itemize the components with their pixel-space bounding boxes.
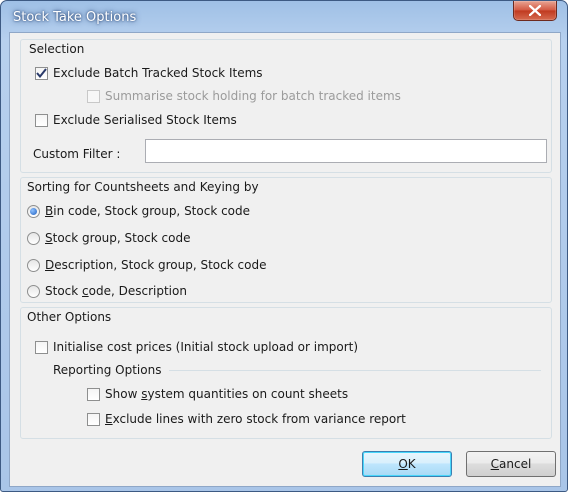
sort-option-description[interactable]: Description, Stock group, Stock code	[27, 258, 266, 272]
sort-option-stock-code[interactable]: Stock code, Description	[27, 284, 187, 298]
selection-group-title: Selection	[29, 42, 85, 56]
sort-option-stock-group[interactable]: Stock group, Stock code	[27, 231, 190, 245]
other-options-group: Other Options Initialise cost prices (In…	[20, 307, 552, 439]
sort-option-bin-code[interactable]: Bin code, Stock group, Stock code	[27, 204, 250, 218]
custom-filter-input[interactable]	[145, 139, 547, 163]
checkbox-box	[87, 89, 100, 103]
exclude-batch-checkbox[interactable]: Exclude Batch Tracked Stock Items	[35, 66, 263, 80]
show-system-quantities-checkbox[interactable]: Show system quantities on count sheets	[87, 387, 348, 401]
exclude-zero-stock-checkbox[interactable]: Exclude lines with zero stock from varia…	[87, 412, 406, 426]
exclude-batch-label: Exclude Batch Tracked Stock Items	[53, 66, 263, 80]
ok-button[interactable]: OK	[362, 451, 452, 477]
show-system-quantities-label: Show system quantities on count sheets	[105, 387, 349, 401]
summarise-batch-checkbox[interactable]: Summarise stock holding for batch tracke…	[87, 89, 401, 103]
sort-option-label: Description, Stock group, Stock code	[45, 258, 267, 272]
radio-button	[27, 284, 40, 298]
exclude-serialised-checkbox[interactable]: Exclude Serialised Stock Items	[35, 113, 237, 127]
cancel-button-label: Cancel	[490, 457, 532, 471]
sort-option-label: Stock group, Stock code	[45, 231, 191, 245]
dialog-window: Stock Take Options Selection Exclude Bat…	[0, 0, 568, 492]
reporting-divider	[169, 369, 541, 371]
custom-filter-label: Custom Filter :	[33, 147, 121, 161]
exclude-serialised-label: Exclude Serialised Stock Items	[53, 113, 237, 127]
exclude-zero-stock-label: Exclude lines with zero stock from varia…	[105, 412, 406, 426]
other-options-group-title: Other Options	[27, 310, 112, 324]
ok-button-label: OK	[398, 457, 416, 471]
checkbox-box	[35, 66, 48, 80]
sorting-group-title: Sorting for Countsheets and Keying by	[27, 180, 259, 194]
close-icon	[529, 5, 541, 16]
reporting-options-header: Reporting Options	[53, 363, 541, 377]
initialise-cost-label: Initialise cost prices (Initial stock up…	[53, 340, 359, 354]
radio-selected-dot	[30, 207, 37, 215]
sort-option-label: Bin code, Stock group, Stock code	[45, 204, 251, 218]
close-button[interactable]	[513, 1, 557, 21]
radio-button	[27, 258, 40, 272]
checkmark-icon	[36, 68, 47, 78]
summarise-batch-label: Summarise stock holding for batch tracke…	[105, 89, 401, 103]
radio-button	[27, 204, 40, 218]
dialog-client-area: Selection Exclude Batch Tracked Stock It…	[9, 32, 561, 487]
checkbox-box	[87, 412, 100, 426]
initialise-cost-checkbox[interactable]: Initialise cost prices (Initial stock up…	[35, 340, 358, 354]
checkbox-box	[87, 387, 100, 401]
window-title: Stock Take Options	[13, 10, 137, 25]
sort-option-label: Stock code, Description	[45, 284, 187, 298]
sorting-group: Sorting for Countsheets and Keying by Bi…	[20, 177, 552, 303]
checkbox-box	[35, 113, 48, 127]
cancel-button[interactable]: Cancel	[466, 451, 556, 477]
radio-button	[27, 231, 40, 245]
checkbox-box	[35, 340, 48, 354]
title-bar[interactable]: Stock Take Options	[1, 1, 567, 33]
selection-group: Selection Exclude Batch Tracked Stock It…	[20, 39, 552, 173]
reporting-options-title: Reporting Options	[53, 363, 162, 377]
